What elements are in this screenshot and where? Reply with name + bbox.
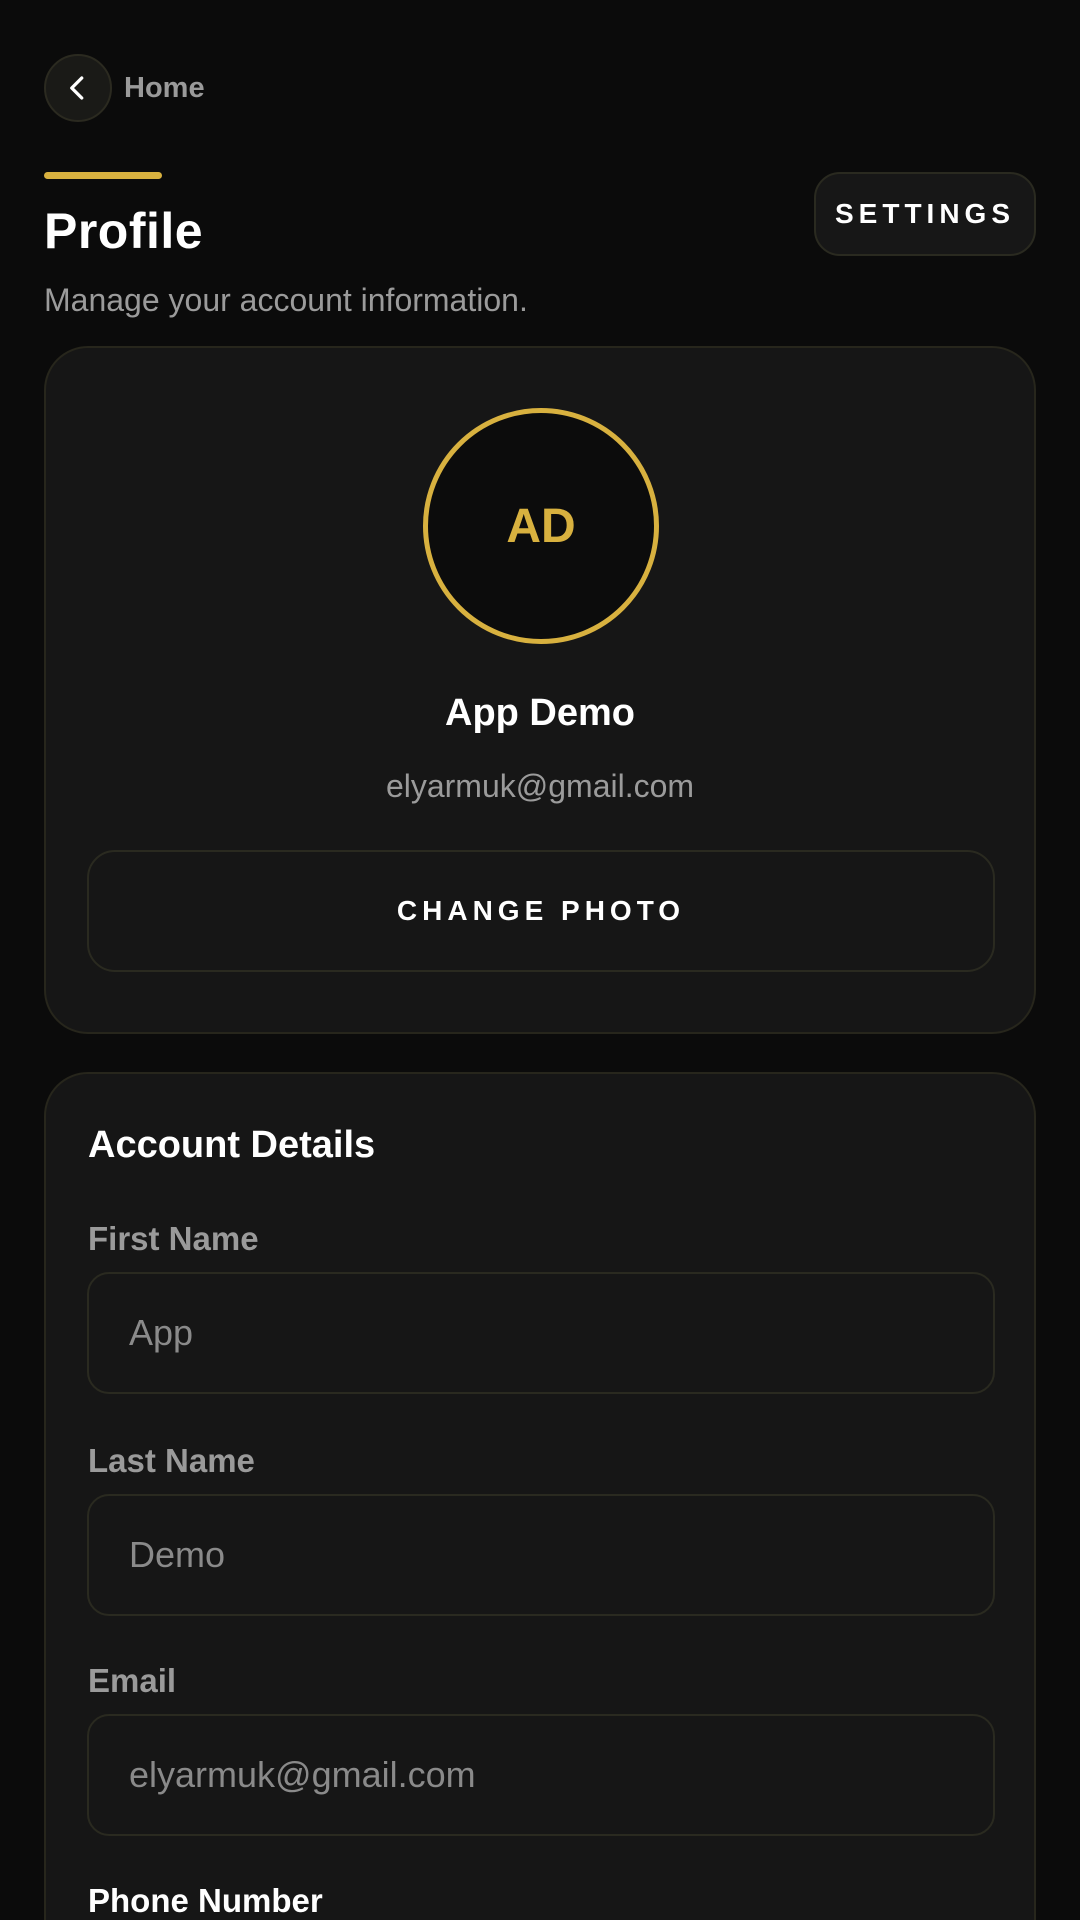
account-details-card: Account Details First Name Last Name Ema… xyxy=(44,1072,1036,1920)
email-label: Email xyxy=(88,1662,177,1699)
back-navigation: Home xyxy=(44,54,205,122)
email-field[interactable] xyxy=(87,1714,995,1836)
first-name-label: First Name xyxy=(88,1220,259,1257)
title-accent-bar xyxy=(44,172,162,179)
avatar[interactable]: AD xyxy=(423,408,659,644)
first-name-field[interactable] xyxy=(87,1272,995,1394)
avatar-initials: AD xyxy=(506,499,576,553)
account-details-title: Account Details xyxy=(88,1124,376,1166)
chevron-left-icon xyxy=(70,76,84,100)
page-subtitle: Manage your account information. xyxy=(44,282,528,318)
back-button[interactable] xyxy=(44,54,112,122)
profile-screen: Home Profile Manage your account informa… xyxy=(0,0,1080,1920)
profile-name: App Demo xyxy=(445,692,635,734)
last-name-field[interactable] xyxy=(87,1494,995,1616)
last-name-label: Last Name xyxy=(88,1442,255,1479)
change-photo-button[interactable]: CHANGE PHOTO xyxy=(87,850,995,972)
phone-number-label: Phone Number xyxy=(88,1882,323,1919)
profile-card: AD App Demo elyarmuk@gmail.com CHANGE PH… xyxy=(44,346,1036,1034)
page-title: Profile xyxy=(44,203,204,259)
back-label[interactable]: Home xyxy=(124,72,205,105)
settings-button[interactable]: SETTINGS xyxy=(814,172,1036,256)
profile-email: elyarmuk@gmail.com xyxy=(385,768,695,804)
